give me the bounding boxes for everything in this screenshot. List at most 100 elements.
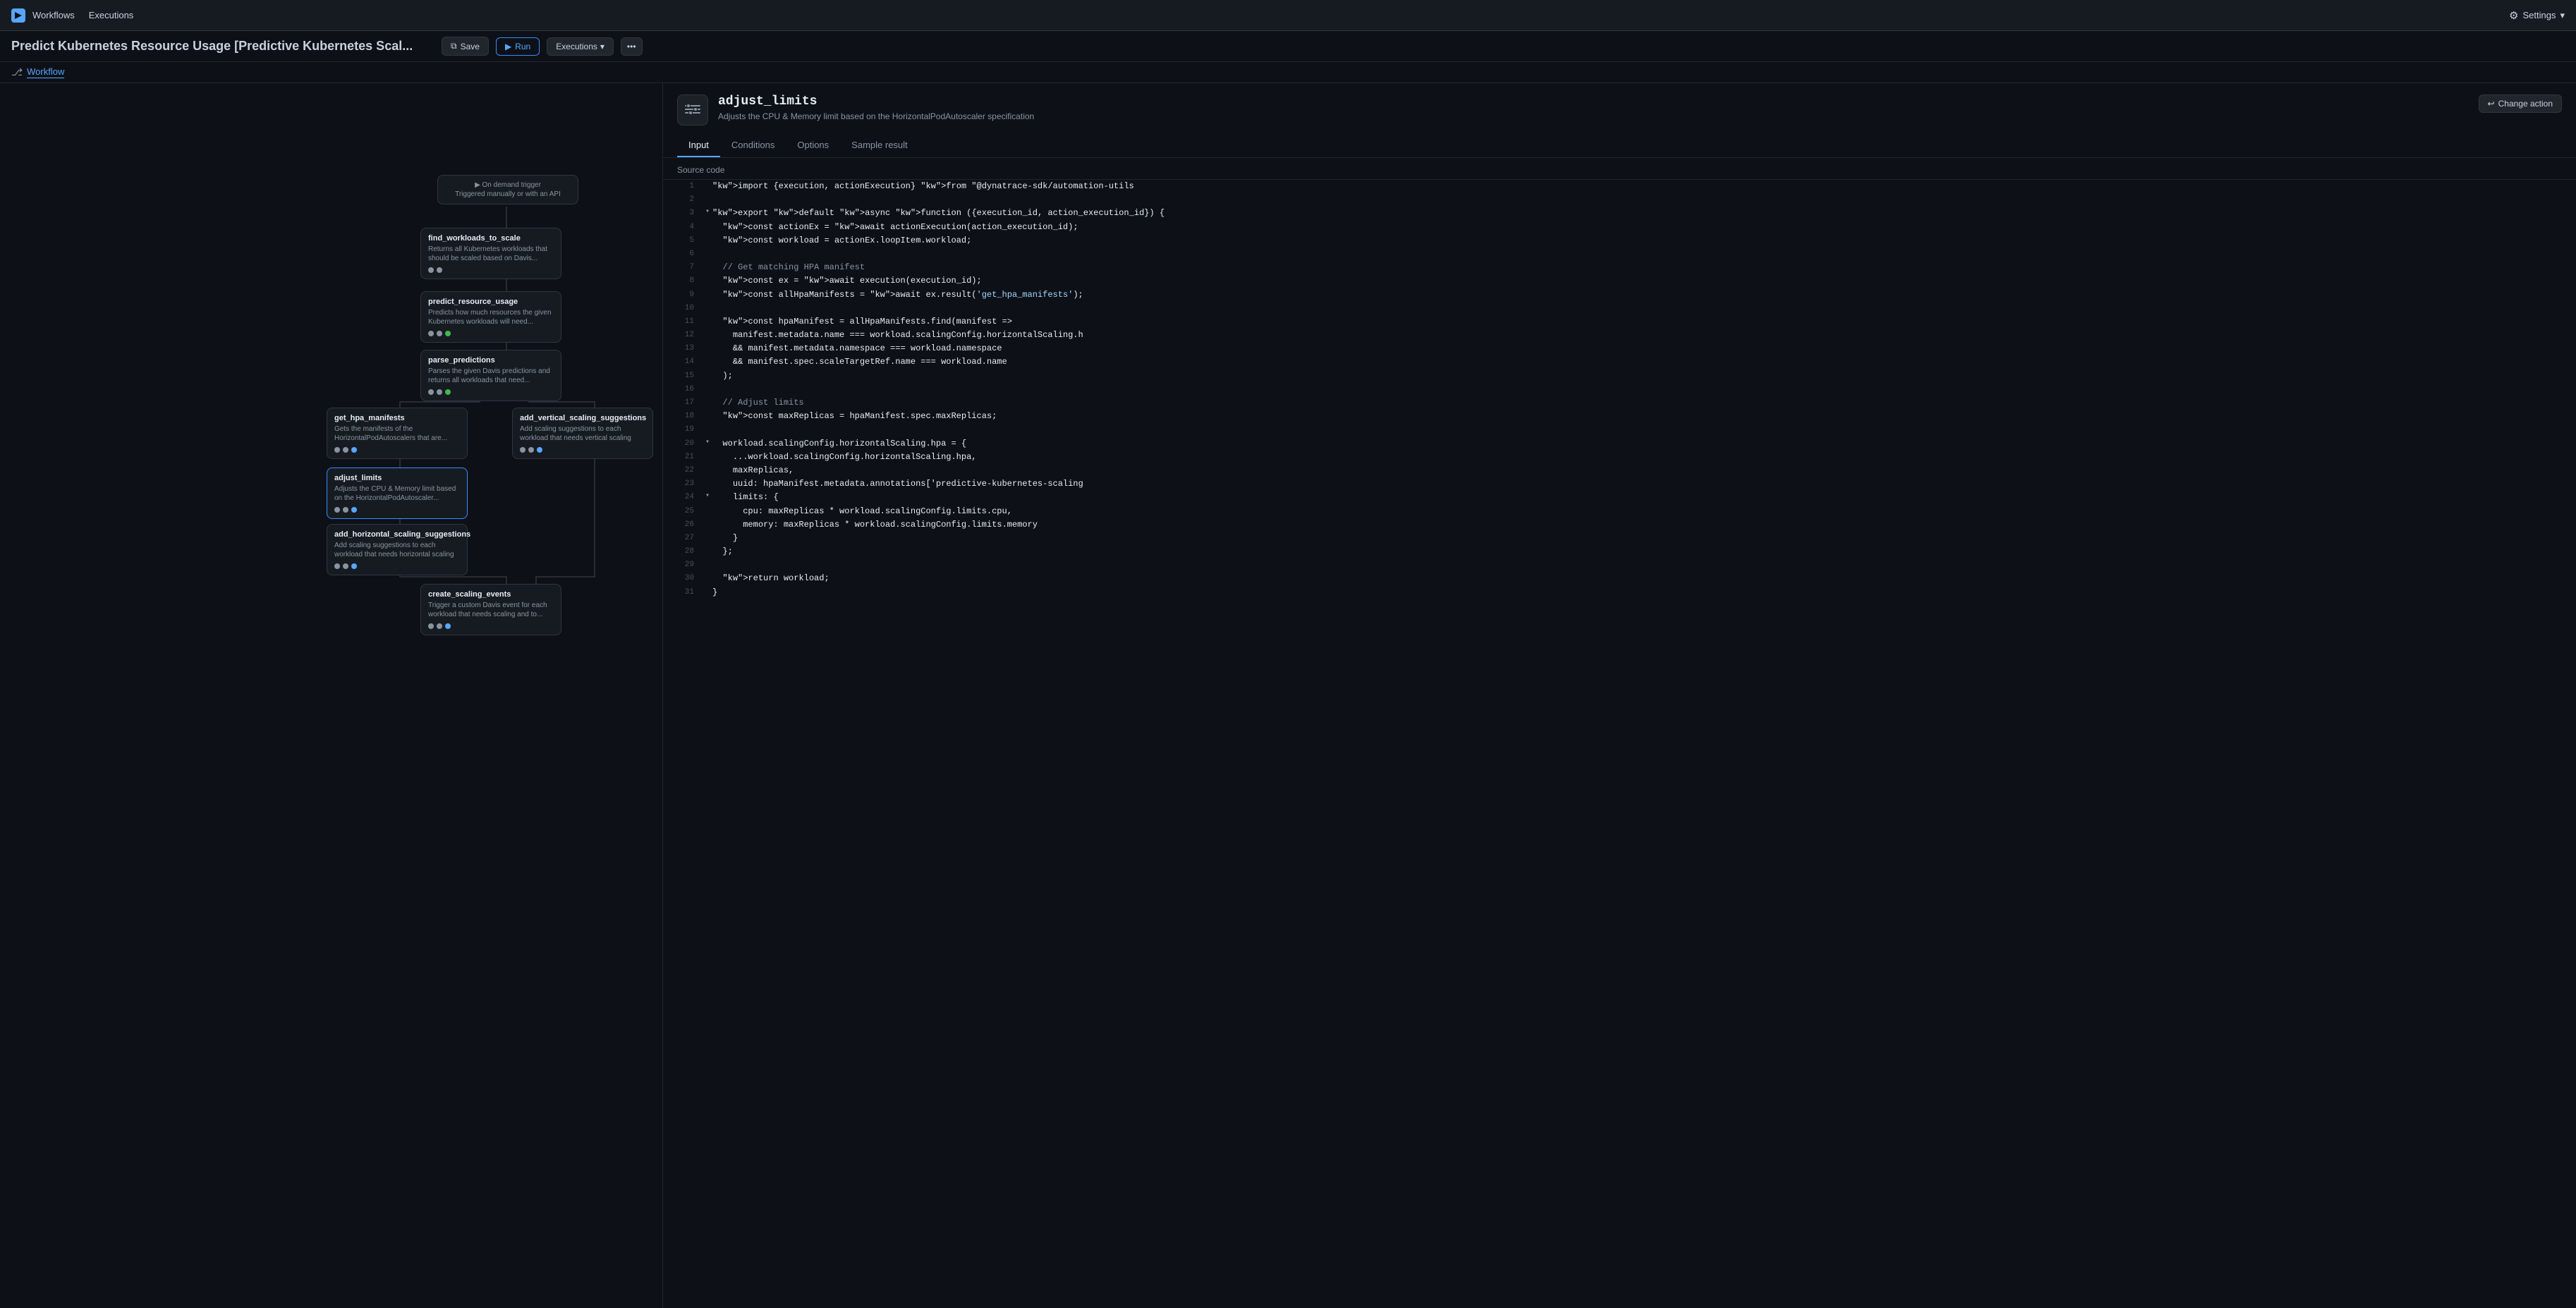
code-line: 20▾ workload.scalingConfig.horizontalSca… bbox=[663, 437, 2576, 451]
status-dot bbox=[334, 563, 340, 569]
more-button[interactable]: ••• bbox=[621, 37, 643, 56]
status-dot bbox=[445, 389, 451, 395]
fold-icon bbox=[705, 505, 710, 516]
line-number: 22 bbox=[669, 464, 694, 477]
node-title: add_vertical_scaling_suggestions bbox=[520, 414, 645, 422]
line-content: uuid: hpaManifest.metadata.annotations['… bbox=[712, 477, 2570, 491]
fold-icon bbox=[705, 518, 710, 530]
line-number: 16 bbox=[669, 383, 694, 396]
node-add-horizontal[interactable]: add_horizontal_scaling_suggestions Add s… bbox=[327, 524, 468, 575]
toolbar: Predict Kubernetes Resource Usage [Predi… bbox=[0, 31, 2576, 62]
code-area[interactable]: 1 "kw">import {execution, actionExecutio… bbox=[663, 180, 2576, 1308]
run-label: Run bbox=[515, 42, 530, 51]
fold-icon bbox=[705, 247, 710, 259]
node-desc: Gets the manifests of the HorizontalPodA… bbox=[334, 424, 460, 443]
node-predict-resource[interactable]: predict_resource_usage Predicts how much… bbox=[420, 291, 561, 343]
node-footer bbox=[428, 623, 554, 629]
code-block: 1 "kw">import {execution, actionExecutio… bbox=[663, 180, 2576, 599]
main-layout: ▶ On demand trigger Triggered manually o… bbox=[0, 83, 2576, 1308]
line-content bbox=[712, 247, 2570, 261]
workflow-connectors bbox=[0, 83, 662, 1308]
fold-icon bbox=[705, 234, 710, 245]
line-number: 27 bbox=[669, 532, 694, 545]
run-button[interactable]: ▶ Run bbox=[496, 37, 540, 56]
fold-icon bbox=[705, 545, 710, 556]
fold-icon bbox=[705, 193, 710, 204]
chevron-down-icon: ▾ bbox=[600, 42, 604, 51]
canvas-area[interactable]: ▶ On demand trigger Triggered manually o… bbox=[0, 83, 663, 1308]
node-get-hpa[interactable]: get_hpa_manifests Gets the manifests of … bbox=[327, 408, 468, 459]
code-line: 17 // Adjust limits bbox=[663, 396, 2576, 410]
line-content: "kw">const allHpaManifests = "kw">await … bbox=[712, 288, 2570, 302]
node-add-vertical[interactable]: add_vertical_scaling_suggestions Add sca… bbox=[512, 408, 653, 459]
code-line: 16 bbox=[663, 383, 2576, 396]
line-number: 1 bbox=[669, 180, 694, 193]
line-content: } bbox=[712, 532, 2570, 545]
fold-icon bbox=[705, 342, 710, 353]
node-desc: Returns all Kubernetes workloads that sh… bbox=[428, 245, 554, 263]
fold-icon bbox=[705, 274, 710, 286]
breadcrumb: ⎇ Workflow bbox=[0, 62, 2576, 83]
line-content: limits: { bbox=[712, 491, 2570, 504]
trigger-node[interactable]: ▶ On demand trigger Triggered manually o… bbox=[437, 175, 578, 204]
change-action-button[interactable]: ↩ Change action bbox=[2479, 94, 2562, 113]
line-number: 30 bbox=[669, 572, 694, 585]
line-content: maxReplicas, bbox=[712, 464, 2570, 477]
code-line: 9 "kw">const allHpaManifests = "kw">awai… bbox=[663, 288, 2576, 302]
code-line: 12 manifest.metadata.name === workload.s… bbox=[663, 329, 2576, 342]
line-number: 15 bbox=[669, 369, 694, 383]
fold-icon[interactable]: ▾ bbox=[705, 207, 710, 218]
topnav-links: Workflows Executions bbox=[32, 7, 133, 23]
line-number: 12 bbox=[669, 329, 694, 342]
breadcrumb-workflow[interactable]: Workflow bbox=[27, 66, 64, 78]
line-content: // Adjust limits bbox=[712, 396, 2570, 410]
settings-button[interactable]: ⚙ Settings ▾ bbox=[2509, 9, 2565, 22]
node-footer bbox=[428, 267, 554, 273]
line-number: 14 bbox=[669, 355, 694, 369]
node-adjust-limits[interactable]: adjust_limits Adjusts the CPU & Memory l… bbox=[327, 467, 468, 519]
fold-icon[interactable]: ▾ bbox=[705, 437, 710, 448]
line-number: 19 bbox=[669, 423, 694, 436]
node-footer bbox=[334, 447, 460, 453]
fold-icon[interactable]: ▾ bbox=[705, 491, 710, 502]
fold-icon bbox=[705, 329, 710, 340]
status-dot bbox=[343, 447, 348, 453]
line-content: "kw">import {execution, actionExecution}… bbox=[712, 180, 2570, 193]
tab-sample-result[interactable]: Sample result bbox=[840, 134, 918, 157]
line-number: 9 bbox=[669, 288, 694, 302]
status-dot bbox=[351, 563, 357, 569]
status-dot bbox=[445, 623, 451, 629]
source-code-label: Source code bbox=[663, 158, 2576, 180]
node-desc: Trigger a custom Davis event for each wo… bbox=[428, 601, 554, 619]
line-content bbox=[712, 558, 2570, 572]
save-button[interactable]: ⧉ Save bbox=[442, 37, 489, 56]
node-create-scaling[interactable]: create_scaling_events Trigger a custom D… bbox=[420, 584, 561, 635]
tab-options[interactable]: Options bbox=[786, 134, 840, 157]
line-content bbox=[712, 423, 2570, 436]
tab-conditions[interactable]: Conditions bbox=[720, 134, 786, 157]
node-find-workloads[interactable]: find_workloads_to_scale Returns all Kube… bbox=[420, 228, 561, 279]
node-desc: Predicts how much resources the given Ku… bbox=[428, 308, 554, 326]
code-line: 23 uuid: hpaManifest.metadata.annotation… bbox=[663, 477, 2576, 491]
fold-icon bbox=[705, 532, 710, 543]
line-content bbox=[712, 193, 2570, 207]
line-number: 29 bbox=[669, 558, 694, 572]
node-title: predict_resource_usage bbox=[428, 298, 554, 306]
fold-icon bbox=[705, 464, 710, 475]
node-desc: Parses the given Davis predictions and r… bbox=[428, 367, 554, 385]
node-parse-predictions[interactable]: parse_predictions Parses the given Davis… bbox=[420, 350, 561, 401]
nav-executions[interactable]: Executions bbox=[89, 7, 134, 23]
line-content: "kw">const workload = actionEx.loopItem.… bbox=[712, 234, 2570, 247]
fold-icon bbox=[705, 383, 710, 394]
node-desc: Adjusts the CPU & Memory limit based on … bbox=[334, 484, 460, 503]
code-line: 1 "kw">import {execution, actionExecutio… bbox=[663, 180, 2576, 193]
node-title: get_hpa_manifests bbox=[334, 414, 460, 422]
node-desc: Add scaling suggestions to each workload… bbox=[334, 541, 460, 559]
line-content: // Get matching HPA manifest bbox=[712, 261, 2570, 274]
code-line: 13 && manifest.metadata.namespace === wo… bbox=[663, 342, 2576, 355]
change-action-icon: ↩ bbox=[2488, 99, 2495, 109]
tab-input[interactable]: Input bbox=[677, 134, 720, 157]
line-number: 8 bbox=[669, 274, 694, 288]
nav-workflows[interactable]: Workflows bbox=[32, 7, 75, 23]
executions-button[interactable]: Executions ▾ bbox=[547, 37, 614, 56]
